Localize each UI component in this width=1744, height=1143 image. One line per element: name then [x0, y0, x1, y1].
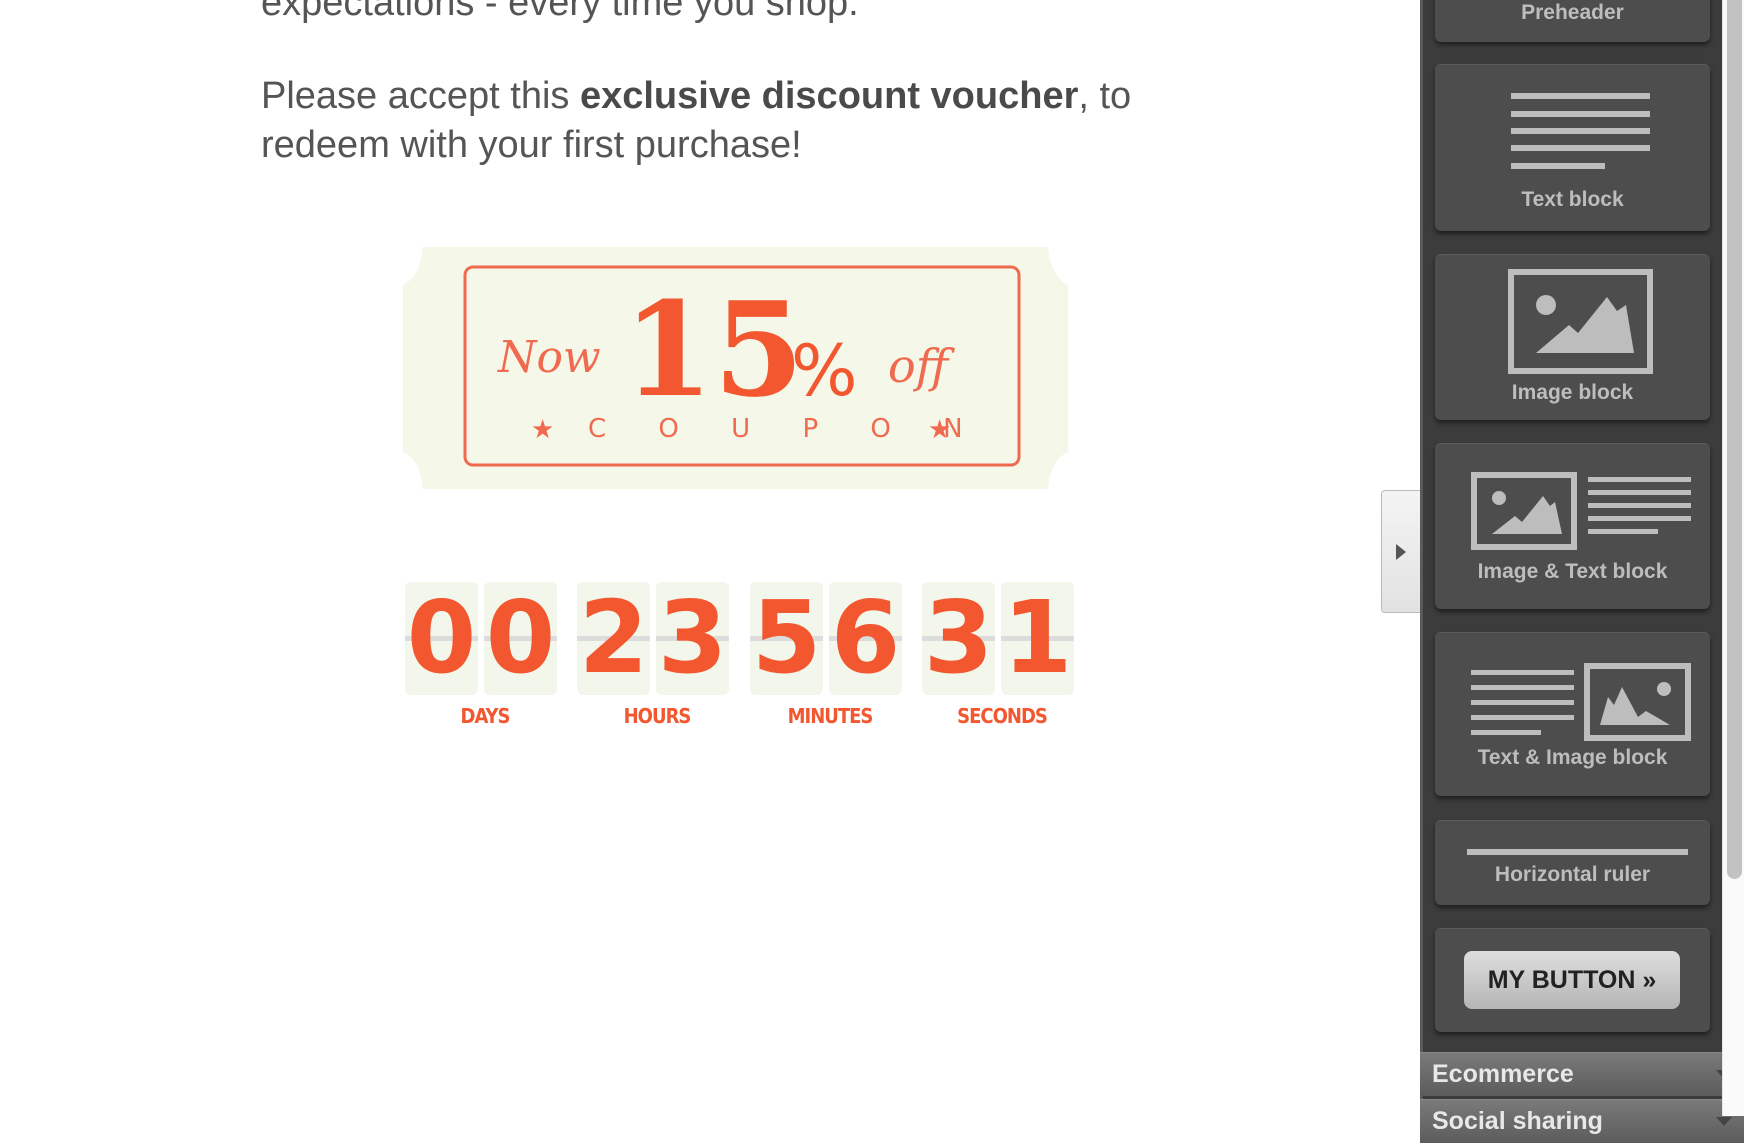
image-icon: [1471, 472, 1577, 550]
star-icon: ★: [531, 414, 554, 444]
section-social-sharing[interactable]: Social sharing: [1420, 1099, 1744, 1143]
label-minutes: MINUTES: [787, 704, 874, 728]
digit-card: 5: [750, 582, 823, 695]
coupon-amount: 15: [623, 273, 804, 426]
blocks-sidebar: Preheader Text block Image block Image &…: [1420, 0, 1722, 1116]
bold-text: exclusive discount voucher: [579, 75, 1079, 117]
block-preheader[interactable]: Preheader: [1435, 0, 1710, 42]
scrollbar-thumb[interactable]: [1727, 0, 1742, 879]
ruler-icon: [1467, 849, 1688, 855]
block-image[interactable]: Image block: [1435, 254, 1710, 420]
text: redeem with your first purchase!: [261, 124, 802, 166]
my-button-preview: MY BUTTON »: [1464, 951, 1680, 1009]
digit-card: 0: [405, 582, 478, 695]
section-label: Social sharing: [1432, 1107, 1603, 1135]
coupon-word: C O U P O N: [588, 414, 985, 444]
caret-right-icon: [1396, 544, 1406, 560]
text: Please accept this: [261, 75, 580, 117]
coupon-prefix: Now: [497, 332, 601, 383]
digit-card: 3: [922, 582, 995, 695]
digit-card: 1: [1001, 582, 1074, 695]
digit-card: 3: [656, 582, 729, 695]
image-icon: [1584, 663, 1691, 741]
chevron-down-icon: [1716, 1117, 1732, 1126]
section-ecommerce[interactable]: Ecommerce: [1420, 1052, 1744, 1096]
paragraph-voucher[interactable]: Please accept this exclusive discount vo…: [261, 72, 1131, 170]
star-icon: ★: [928, 414, 951, 444]
block-button[interactable]: MY BUTTON »: [1435, 928, 1710, 1032]
block-image-text[interactable]: Image & Text block: [1435, 443, 1710, 609]
scrollbar[interactable]: [1722, 0, 1744, 1116]
coupon-suffix: off: [888, 339, 956, 393]
digit-card: 0: [484, 582, 557, 695]
block-text-image[interactable]: Text & Image block: [1435, 632, 1710, 796]
section-label: Ecommerce: [1432, 1060, 1574, 1088]
digit-card: 6: [829, 582, 902, 695]
label-days: DAYS: [460, 704, 511, 728]
label-hours: HOURS: [623, 704, 692, 728]
text: , to: [1078, 75, 1132, 117]
paragraph-intro-tail: expectations - every time you shop.: [261, 0, 859, 24]
block-text[interactable]: Text block: [1435, 64, 1710, 231]
coupon-percent: %: [791, 330, 858, 412]
coupon-image[interactable]: Now 15 % off ★ C O U P O N ★: [403, 247, 1068, 489]
collapse-sidebar-tab[interactable]: [1381, 490, 1421, 613]
label-seconds: SECONDS: [957, 704, 1048, 728]
image-icon: [1508, 269, 1653, 374]
block-horizontal-ruler[interactable]: Horizontal ruler: [1435, 820, 1710, 905]
digit-card: 2: [577, 582, 650, 695]
email-canvas: expectations - every time you shop. Plea…: [0, 0, 1420, 1116]
